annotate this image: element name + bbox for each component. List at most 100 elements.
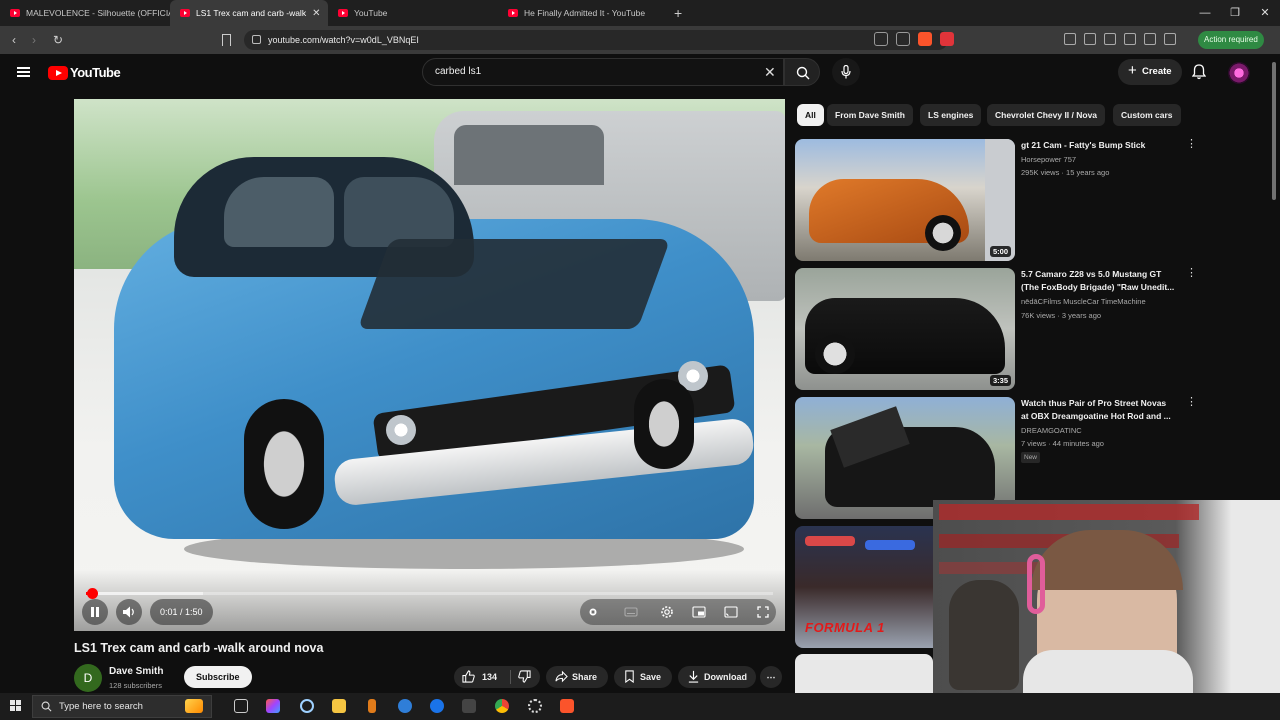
- menu-icon[interactable]: [17, 67, 30, 77]
- youtube-logo-text: YouTube: [70, 65, 121, 80]
- browser-tab-ls1-trex[interactable]: LS1 Trex cam and carb -walk ✕: [170, 0, 328, 26]
- video-frame-car-window: [224, 177, 334, 247]
- wallet-icon[interactable]: [1064, 33, 1076, 45]
- install-app-icon[interactable]: [874, 32, 888, 46]
- recommendation-menu-icon[interactable]: ⋮: [1186, 268, 1197, 279]
- download-button[interactable]: Download: [678, 666, 756, 688]
- bookmark-icon[interactable]: [222, 34, 231, 46]
- chrome-icon[interactable]: [495, 699, 509, 713]
- account-avatar[interactable]: [1228, 62, 1250, 84]
- app-icon[interactable]: [368, 699, 376, 713]
- progress-bar[interactable]: [86, 588, 773, 599]
- channel-name[interactable]: Dave Smith: [109, 666, 163, 677]
- fullscreen-icon[interactable]: [756, 605, 770, 619]
- chip-from-dave-smith[interactable]: From Dave Smith: [827, 104, 913, 126]
- browser-tab-malevolence[interactable]: MALEVOLENCE - Silhouette (OFFICIAL: [0, 0, 170, 26]
- recommendation-thumbnail[interactable]: 5:00: [795, 139, 1015, 261]
- brave-shields-icon[interactable]: [918, 32, 932, 46]
- search-icon: [796, 66, 810, 80]
- sidebar-icon[interactable]: [1104, 33, 1116, 45]
- obs-icon[interactable]: [300, 699, 314, 713]
- save-button[interactable]: Save: [614, 666, 672, 688]
- file-explorer-icon[interactable]: [332, 699, 346, 713]
- new-tab-icon[interactable]: +: [674, 5, 682, 21]
- subtitles-icon[interactable]: [624, 605, 638, 619]
- browser-tab-he-finally-admitted[interactable]: He Finally Admitted It - YouTube: [498, 0, 658, 26]
- cast-icon[interactable]: [724, 605, 738, 619]
- close-window-icon[interactable]: ✕: [1250, 0, 1280, 26]
- autoplay-toggle-icon[interactable]: [588, 605, 602, 619]
- like-thumb-icon[interactable]: [462, 670, 475, 683]
- forward-icon[interactable]: ›: [24, 33, 44, 47]
- search-button[interactable]: [784, 58, 820, 86]
- create-button[interactable]: Create: [1118, 58, 1182, 85]
- subscribe-button[interactable]: Subscribe: [184, 666, 252, 688]
- recommendation-channel[interactable]: Horsepower 757: [1021, 155, 1076, 164]
- pause-button[interactable]: [82, 599, 108, 625]
- youtube-logo[interactable]: YouTube: [48, 65, 121, 80]
- miniplayer-icon[interactable]: [692, 605, 706, 619]
- video-player[interactable]: 0:01 / 1:50: [74, 99, 785, 631]
- share-page-icon[interactable]: [896, 32, 910, 46]
- settings-icon[interactable]: [528, 699, 542, 713]
- recommendation-channel[interactable]: nēdāCFilms MuscleCar TimeMachine: [1021, 297, 1146, 306]
- time-display: 0:01 / 1:50: [150, 599, 213, 625]
- music-icon[interactable]: [1084, 33, 1096, 45]
- chip-custom-cars[interactable]: Custom cars: [1113, 104, 1181, 126]
- brave-rewards-icon[interactable]: [940, 32, 954, 46]
- address-bar[interactable]: youtube.com/watch?v=w0dL_VBNqEI: [244, 30, 948, 50]
- vpn-icon[interactable]: [1164, 33, 1176, 45]
- more-actions-icon[interactable]: ⋯: [760, 666, 782, 688]
- recommendation-thumbnail[interactable]: [795, 654, 933, 694]
- notifications-bell-icon[interactable]: [1192, 64, 1206, 80]
- chip-ls-engines[interactable]: LS engines: [920, 104, 982, 126]
- copilot-icon[interactable]: [266, 699, 280, 713]
- recommendation-meta: 7 views · 44 minutes ago: [1021, 439, 1104, 448]
- recommendation-meta: 295K views · 15 years ago: [1021, 168, 1110, 177]
- chip-all[interactable]: All: [797, 104, 824, 126]
- video-duration: 3:35: [989, 375, 1011, 386]
- app-icon[interactable]: [398, 699, 412, 713]
- taskbar-search-box[interactable]: Type here to search: [32, 695, 212, 718]
- recommendation-title[interactable]: gt 21 Cam - Fatty's Bump Stick: [1021, 139, 1181, 152]
- recommendation-channel[interactable]: DREAMGOATINC: [1021, 426, 1082, 435]
- task-view-icon[interactable]: [234, 699, 248, 713]
- page-scrollbar[interactable]: [1272, 62, 1276, 200]
- minimize-icon[interactable]: —: [1190, 0, 1220, 26]
- app-icon[interactable]: [430, 699, 444, 713]
- maximize-icon[interactable]: ❐: [1220, 0, 1250, 26]
- mute-button[interactable]: [116, 599, 142, 625]
- video-frame-wheel: [244, 399, 324, 529]
- action-required-button[interactable]: Action required: [1198, 31, 1264, 49]
- app-icon[interactable]: [462, 699, 476, 713]
- video-frame-wheel: [634, 379, 694, 469]
- settings-gear-icon[interactable]: [660, 605, 674, 619]
- windows-start-icon[interactable]: [10, 700, 22, 712]
- back-icon[interactable]: ‹: [4, 33, 24, 47]
- wallet-extension-icon[interactable]: [1124, 33, 1136, 45]
- recommendation-title[interactable]: Watch thus Pair of Pro Street Novas at O…: [1021, 397, 1181, 423]
- webcam-plush-toy: [949, 580, 1019, 690]
- voice-search-button[interactable]: [832, 58, 860, 86]
- recommendation-menu-icon[interactable]: ⋮: [1186, 139, 1197, 150]
- clear-search-icon[interactable]: ✕: [764, 64, 776, 81]
- download-icon: [688, 670, 699, 683]
- channel-avatar[interactable]: D: [74, 664, 102, 692]
- search-input[interactable]: carbed ls1: [422, 58, 784, 86]
- recommendation-title[interactable]: 5.7 Camaro Z28 vs 5.0 Mustang GT (The Fo…: [1021, 268, 1181, 294]
- extensions-icon[interactable]: [1144, 33, 1156, 45]
- reload-icon[interactable]: ↻: [48, 33, 68, 47]
- dislike-thumb-icon[interactable]: [518, 670, 531, 683]
- extension-icons: [1064, 33, 1176, 45]
- site-info-icon[interactable]: [252, 35, 261, 44]
- brave-browser-icon[interactable]: [560, 699, 574, 713]
- youtube-play-icon: [48, 65, 68, 80]
- browser-tab-youtube[interactable]: YouTube: [328, 0, 498, 26]
- close-tab-icon[interactable]: ✕: [306, 8, 320, 19]
- share-button[interactable]: Share: [546, 666, 608, 688]
- recommendation-thumbnail[interactable]: 3:35: [795, 268, 1015, 390]
- recommendation-menu-icon[interactable]: ⋮: [1186, 397, 1197, 408]
- recommendation-thumbnail[interactable]: FORMULA 1: [795, 526, 933, 648]
- chip-chevrolet-chevy-ii-nova[interactable]: Chevrolet Chevy II / Nova: [987, 104, 1106, 126]
- webcam-shelf-boxes: [939, 504, 1199, 520]
